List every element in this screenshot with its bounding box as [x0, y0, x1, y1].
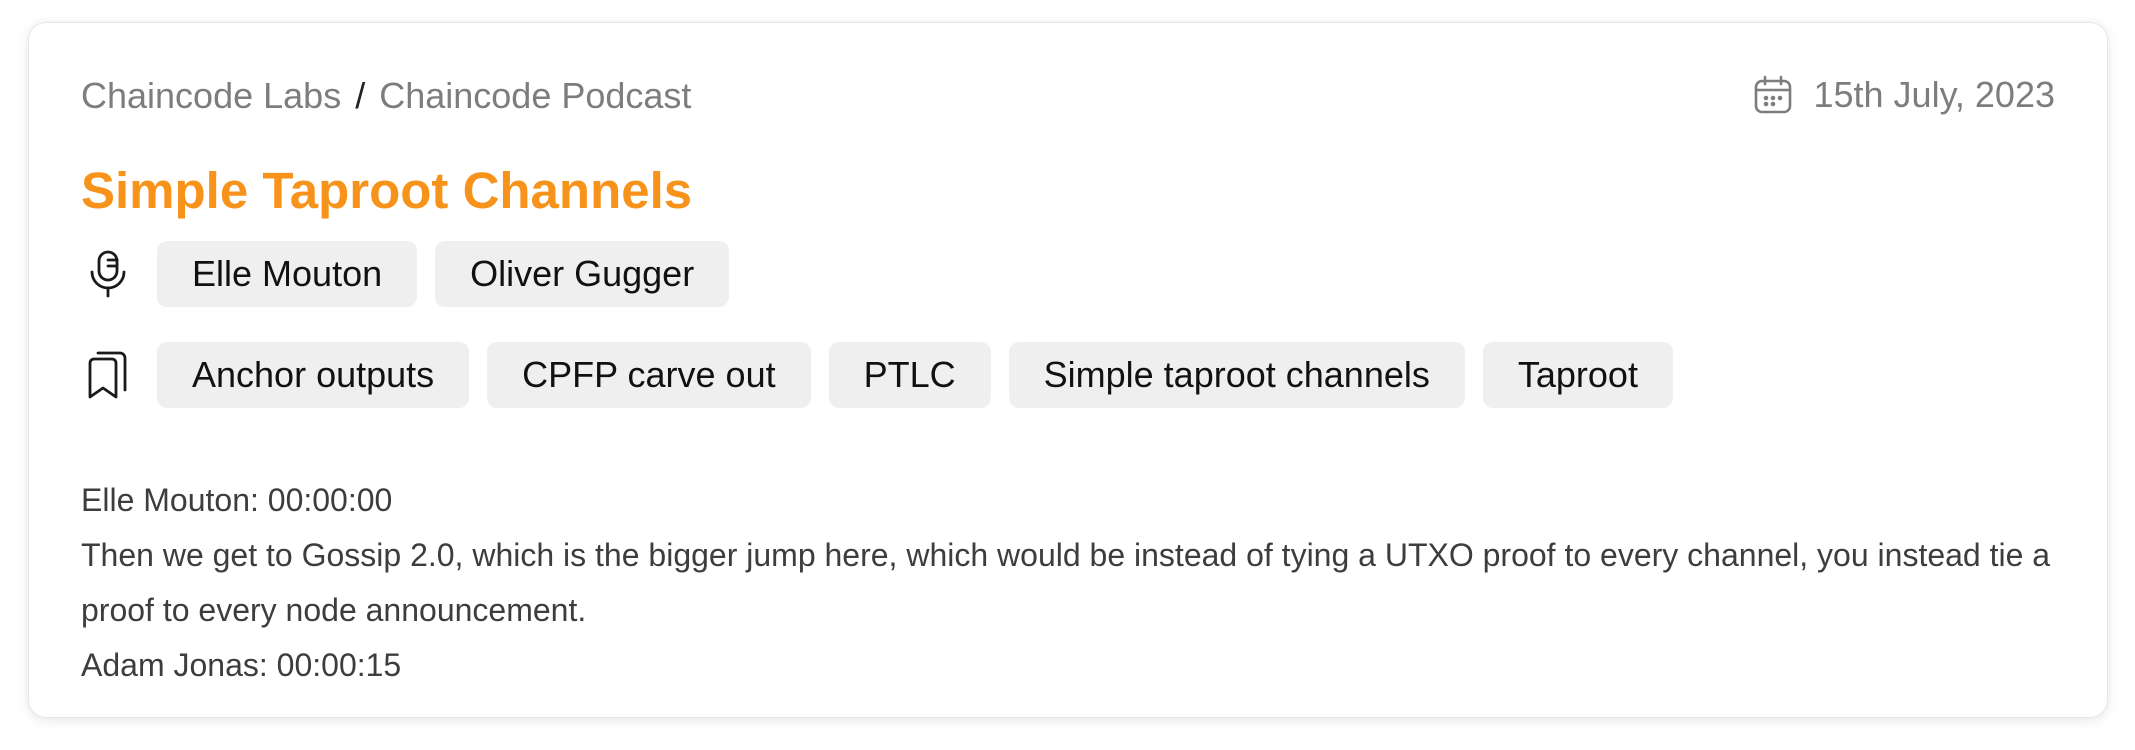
- tags-row: Anchor outputs CPFP carve out PTLC Simpl…: [81, 342, 1691, 408]
- transcript-text: Then we get to Gossip 2.0, which is the …: [81, 537, 2051, 628]
- bookmarks-icon: [81, 348, 135, 402]
- speaker-chip[interactable]: Elle Mouton: [157, 241, 418, 307]
- transcript-excerpt: Elle Mouton: 00:00:00 Then we get to Gos…: [81, 473, 2056, 693]
- publish-date: 15th July, 2023: [1751, 73, 2055, 117]
- tag-chip[interactable]: Simple taproot channels: [1008, 342, 1465, 408]
- microphone-icon: [81, 247, 135, 301]
- speaker-chip[interactable]: Oliver Gugger: [435, 241, 730, 307]
- transcript-speaker-timestamp: Elle Mouton: 00:00:00: [81, 482, 393, 518]
- breadcrumb: Chaincode Labs / Chaincode Podcast: [81, 75, 691, 117]
- publish-date-text: 15th July, 2023: [1813, 74, 2055, 115]
- calendar-icon: [1751, 73, 1795, 117]
- episode-card: Chaincode Labs / Chaincode Podcast 15th …: [28, 22, 2108, 718]
- tag-chip[interactable]: PTLC: [828, 342, 991, 408]
- tag-chip[interactable]: CPFP carve out: [487, 342, 811, 408]
- breadcrumb-source-link[interactable]: Chaincode Labs: [81, 75, 341, 117]
- breadcrumb-series-link[interactable]: Chaincode Podcast: [379, 75, 691, 117]
- transcript-speaker-timestamp: Adam Jonas: 00:00:15: [81, 647, 402, 683]
- speakers-row: Elle Mouton Oliver Gugger: [81, 241, 747, 307]
- tag-chip[interactable]: Anchor outputs: [157, 342, 470, 408]
- tag-chip[interactable]: Taproot: [1482, 342, 1673, 408]
- episode-title-link[interactable]: Simple Taproot Channels: [81, 161, 692, 220]
- breadcrumb-separator: /: [355, 75, 366, 116]
